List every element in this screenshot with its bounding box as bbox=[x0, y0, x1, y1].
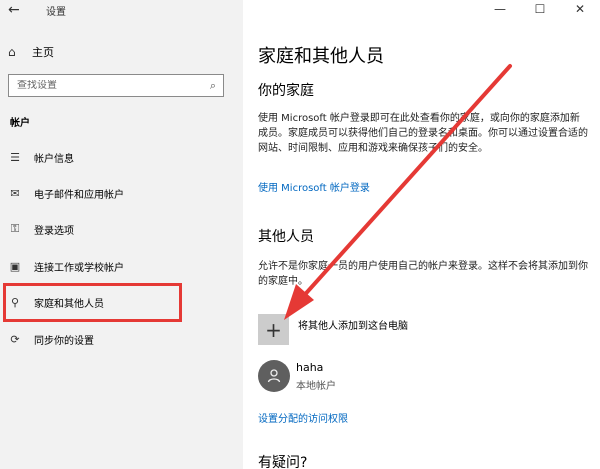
sidebar-item-label: 电子邮件和应用帐户 bbox=[34, 189, 124, 201]
maximize-icon[interactable]: ☐ bbox=[520, 0, 560, 20]
close-icon[interactable]: ✕ bbox=[560, 0, 600, 20]
sidebar: ← 设置 ⌂ 主页 ⌕ 帐户 ☰ 帐户信息 ✉ 电子邮件和应用帐户 ⚿ 登录选项… bbox=[0, 0, 243, 469]
sidebar-item-label: 主页 bbox=[32, 46, 54, 59]
assigned-access-link[interactable]: 设置分配的访问权限 bbox=[258, 410, 348, 425]
titlebar: ← 设置 bbox=[0, 0, 243, 20]
sidebar-item-sync[interactable]: ⟳ 同步你的设置 bbox=[8, 328, 238, 350]
minimize-icon[interactable]: — bbox=[480, 0, 520, 20]
microsoft-signin-link[interactable]: 使用 Microsoft 帐户登录 bbox=[258, 179, 370, 194]
back-arrow-icon[interactable]: ← bbox=[8, 2, 24, 18]
annotation-highlight-box bbox=[3, 283, 182, 322]
user-silhouette-icon bbox=[267, 369, 281, 383]
avatar bbox=[258, 360, 290, 392]
sidebar-item-email-accounts[interactable]: ✉ 电子邮件和应用帐户 bbox=[8, 182, 238, 204]
sidebar-item-label: 帐户信息 bbox=[34, 153, 74, 165]
key-icon: ⚿ bbox=[10, 222, 20, 235]
add-other-user-row[interactable]: + 将其他人添加到这台电脑 bbox=[258, 314, 408, 345]
briefcase-icon: ▣ bbox=[9, 259, 21, 273]
sidebar-item-work-school[interactable]: ▣ 连接工作或学校帐户 bbox=[8, 255, 238, 277]
plus-icon: + bbox=[265, 317, 282, 342]
family-heading: 你的家庭 bbox=[258, 83, 314, 99]
user-name: haha bbox=[296, 360, 324, 374]
home-icon: ⌂ bbox=[8, 45, 16, 59]
add-user-button[interactable]: + bbox=[258, 314, 289, 345]
person-card-icon: ☰ bbox=[10, 150, 20, 164]
sidebar-item-label: 登录选项 bbox=[34, 225, 74, 237]
user-account-row[interactable]: haha 本地帐户 bbox=[258, 360, 336, 392]
add-user-label[interactable]: 将其他人添加到这台电脑 bbox=[298, 317, 408, 332]
sidebar-section-label: 帐户 bbox=[10, 118, 30, 129]
sidebar-item-signin-options[interactable]: ⚿ 登录选项 bbox=[8, 218, 238, 240]
user-account-type: 本地帐户 bbox=[296, 380, 336, 392]
search-box[interactable]: ⌕ bbox=[8, 74, 224, 97]
mail-icon: ✉ bbox=[10, 186, 20, 200]
others-description: 允许不是你家庭一员的用户使用自己的帐户来登录。这样不会将其添加到你的家庭中。 bbox=[258, 261, 588, 287]
family-description: 使用 Microsoft 帐户登录即可在此处查看你的家庭，或向你的家庭添加新成员… bbox=[258, 113, 588, 154]
sidebar-item-account-info[interactable]: ☰ 帐户信息 bbox=[8, 146, 238, 168]
sidebar-item-label: 连接工作或学校帐户 bbox=[34, 262, 124, 274]
search-input[interactable] bbox=[17, 80, 203, 91]
others-heading: 其他人员 bbox=[258, 229, 314, 245]
search-icon[interactable]: ⌕ bbox=[203, 79, 223, 93]
app-title: 设置 bbox=[46, 7, 66, 18]
questions-heading: 有疑问? bbox=[258, 455, 308, 469]
sidebar-item-home[interactable]: ⌂ 主页 bbox=[8, 43, 54, 61]
sync-icon: ⟳ bbox=[10, 332, 20, 346]
page-title: 家庭和其他人员 bbox=[258, 46, 384, 67]
main-content: — ☐ ✕ 家庭和其他人员 你的家庭 使用 Microsoft 帐户登录即可在此… bbox=[243, 0, 600, 469]
sidebar-item-label: 同步你的设置 bbox=[34, 335, 94, 347]
window-controls: — ☐ ✕ bbox=[480, 0, 600, 20]
